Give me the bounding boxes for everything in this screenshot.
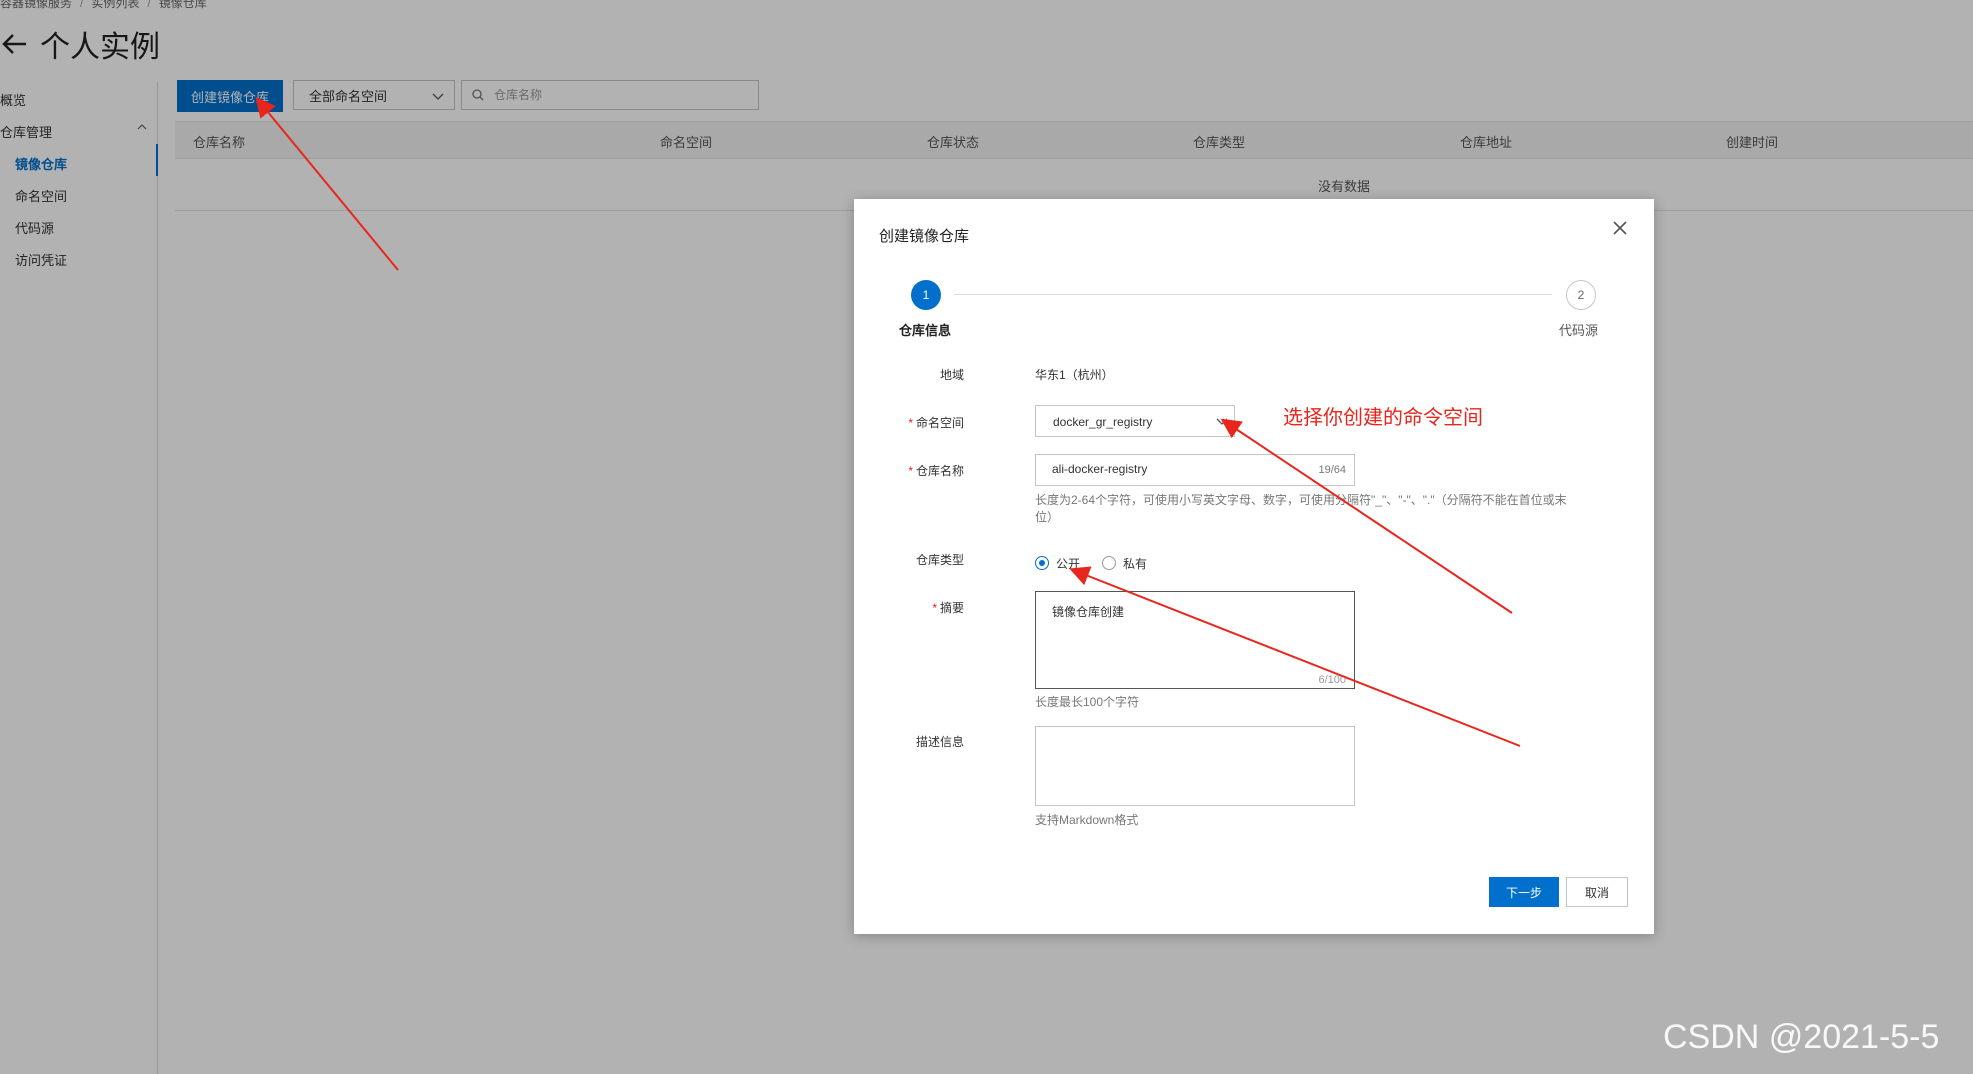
namespace-label: * 命名空间 <box>908 416 964 430</box>
repo-type-label: 仓库类型 <box>915 553 964 567</box>
cancel-button[interactable]: 取消 <box>1566 877 1628 907</box>
close-icon[interactable] <box>1611 219 1629 237</box>
radio-private[interactable] <box>1102 556 1117 570</box>
repo-name-input[interactable] <box>1052 462 1292 476</box>
steps-connector <box>954 294 1552 295</box>
step-indicator-active: 1 <box>911 280 941 310</box>
repo-name-label: * 仓库名称 <box>908 464 964 478</box>
repo-name-field[interactable]: 19/64 <box>1035 454 1355 486</box>
summary-text: 镜像仓库创建 <box>1052 605 1125 619</box>
next-step-button[interactable]: 下一步 <box>1489 877 1559 907</box>
annotation-text: 选择你创建的命令空间 <box>1283 407 1483 429</box>
chevron-down-icon <box>1216 418 1228 425</box>
summary-hint: 长度最长100个字符 <box>1035 695 1140 709</box>
step-indicator: 2 <box>1566 280 1596 310</box>
namespace-select-value: docker_gr_registry <box>1053 415 1153 429</box>
radio-public-label[interactable]: 公开 <box>1056 555 1080 572</box>
description-textarea[interactable] <box>1035 726 1355 806</box>
char-counter: 19/64 <box>1318 464 1346 476</box>
description-label: 描述信息 <box>915 735 964 749</box>
repo-type-radio-group: 公开 私有 <box>1035 554 1169 572</box>
radio-private-label[interactable]: 私有 <box>1123 555 1147 572</box>
dialog-title: 创建镜像仓库 <box>879 228 970 245</box>
step-label-active: 仓库信息 <box>899 323 952 338</box>
region-label: 地域 <box>939 368 964 382</box>
summary-label: * 摘要 <box>932 601 964 615</box>
region-value: 华东1（杭州） <box>1035 368 1114 382</box>
char-counter: 6/100 <box>1318 674 1346 686</box>
description-hint: 支持Markdown格式 <box>1035 813 1139 827</box>
watermark: CSDN @2021-5-5 <box>1663 1018 1940 1056</box>
step-label: 代码源 <box>1559 323 1599 338</box>
repo-name-hint: 长度为2-64个字符，可使用小写英文字母、数字，可使用分隔符"_"、"-"、".… <box>1035 493 1567 524</box>
radio-public[interactable] <box>1035 556 1049 570</box>
summary-textarea[interactable]: 镜像仓库创建 6/100 <box>1035 591 1355 689</box>
create-repo-dialog: 创建镜像仓库 1 2 仓库信息 代码源 地域 华东1（杭州） * 命名空间 doc… <box>854 199 1654 934</box>
namespace-select[interactable]: docker_gr_registry <box>1035 405 1235 437</box>
